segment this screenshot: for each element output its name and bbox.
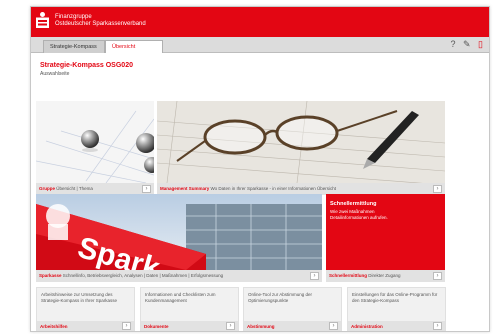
caption-text: Übersicht | Thema	[55, 186, 93, 191]
arrow-icon[interactable]: ›	[226, 322, 235, 330]
sparkasse-logo-icon	[36, 12, 49, 28]
box-label: Abstimmung	[247, 324, 275, 329]
caption-bold: Sparkasse	[39, 273, 62, 278]
caption-text: Schnellinfo, Betriebsvergleich, Analysen…	[61, 273, 224, 278]
caption-bold: Schnellermittlung	[329, 273, 368, 278]
tab-strategie-kompass[interactable]: Strategie-Kompass	[43, 40, 105, 53]
pdf-icon[interactable]: ▯	[478, 39, 483, 50]
brand-line-2: Ostdeutscher Sparkassenverband	[55, 21, 146, 27]
box-caption: Abstimmung	[244, 321, 341, 331]
box-label: Dokumente	[144, 324, 169, 329]
box-caption: Dokumente	[141, 321, 238, 331]
box-arbeitshilfen[interactable]: Arbeitshinweise zur Umsetzung des Strate…	[36, 287, 135, 331]
caption-text: Direkter Zugang	[367, 273, 401, 278]
box-text: Informationen und Checklisten zum Kunden…	[145, 292, 216, 303]
arrow-icon[interactable]: ›	[433, 322, 442, 330]
toolbar-icons: ? ✎ ▯	[445, 39, 483, 50]
arrow-icon[interactable]: ›	[433, 272, 442, 280]
settings-icon[interactable]: ✎	[463, 39, 471, 50]
box-administration[interactable]: Einstellungen für das Online-Programm fü…	[347, 287, 446, 331]
caption-bold: Management Summary	[160, 186, 210, 191]
arrow-icon[interactable]: ›	[122, 322, 131, 330]
brand-line-1: Finanzgruppe	[55, 14, 92, 20]
caption-bold: Gruppe	[39, 186, 56, 191]
tile-schnellermittlung[interactable]: Schnellermittlung Wie zwei Maßnahmen Det…	[326, 194, 445, 282]
sparkasse-building-image: Spark	[36, 194, 322, 282]
app-window: Finanzgruppe Ostdeutscher Sparkassenverb…	[30, 6, 490, 332]
arrow-icon[interactable]: ›	[329, 322, 338, 330]
box-label: Arbeitshilfen	[40, 324, 68, 329]
help-icon[interactable]: ?	[450, 39, 455, 50]
arrow-icon[interactable]: ›	[142, 185, 151, 193]
chrome-balls-image	[36, 101, 154, 184]
page-title: Strategie-Kompass OSG020	[40, 62, 133, 69]
box-abstimmung[interactable]: Online-Tool zur Abstimmung der Optimieru…	[243, 287, 342, 331]
tab-bar: Strategie-Kompass Übersicht ? ✎ ▯	[31, 37, 489, 53]
tile-gruppe[interactable]: Gruppe Übersicht | Thema ›	[36, 101, 154, 195]
box-text: Einstellungen für das Online-Programm fü…	[352, 292, 438, 303]
tile-sparkasse[interactable]: Spark Sparkasse Schnellinfo, Betriebsver…	[36, 194, 322, 282]
tile-sparkasse-caption: Sparkasse Schnellinfo, Betriebsvergleich…	[36, 270, 322, 282]
arrow-icon[interactable]: ›	[310, 272, 319, 280]
page-subtitle: Auswahlseite	[40, 71, 70, 77]
box-label: Administration	[351, 324, 383, 329]
caption-text: Wo Daten in Ihrer Sparkasse - in einer I…	[209, 186, 336, 191]
tile-schnell-text: Wie zwei Maßnahmen Detailinformationen a…	[330, 209, 388, 220]
tab-uebersicht[interactable]: Übersicht	[105, 40, 163, 53]
box-dokumente[interactable]: Informationen und Checklisten zum Kunden…	[140, 287, 239, 331]
arrow-icon[interactable]: ›	[433, 185, 442, 193]
tile-schnell-caption: Schnellermittlung Direkter Zugang	[326, 270, 445, 282]
tile-schnell-title: Schnellermittlung	[330, 201, 377, 207]
box-text: Arbeitshinweise zur Umsetzung des Strate…	[41, 292, 118, 303]
box-text: Online-Tool zur Abstimmung der Optimieru…	[248, 292, 313, 303]
glasses-documents-image	[157, 101, 445, 186]
box-caption: Administration	[348, 321, 445, 331]
header: Finanzgruppe Ostdeutscher Sparkassenverb…	[31, 7, 489, 37]
box-caption: Arbeitshilfen	[37, 321, 134, 331]
tile-management-summary[interactable]: Management Summary Wo Daten in Ihrer Spa…	[157, 101, 445, 195]
